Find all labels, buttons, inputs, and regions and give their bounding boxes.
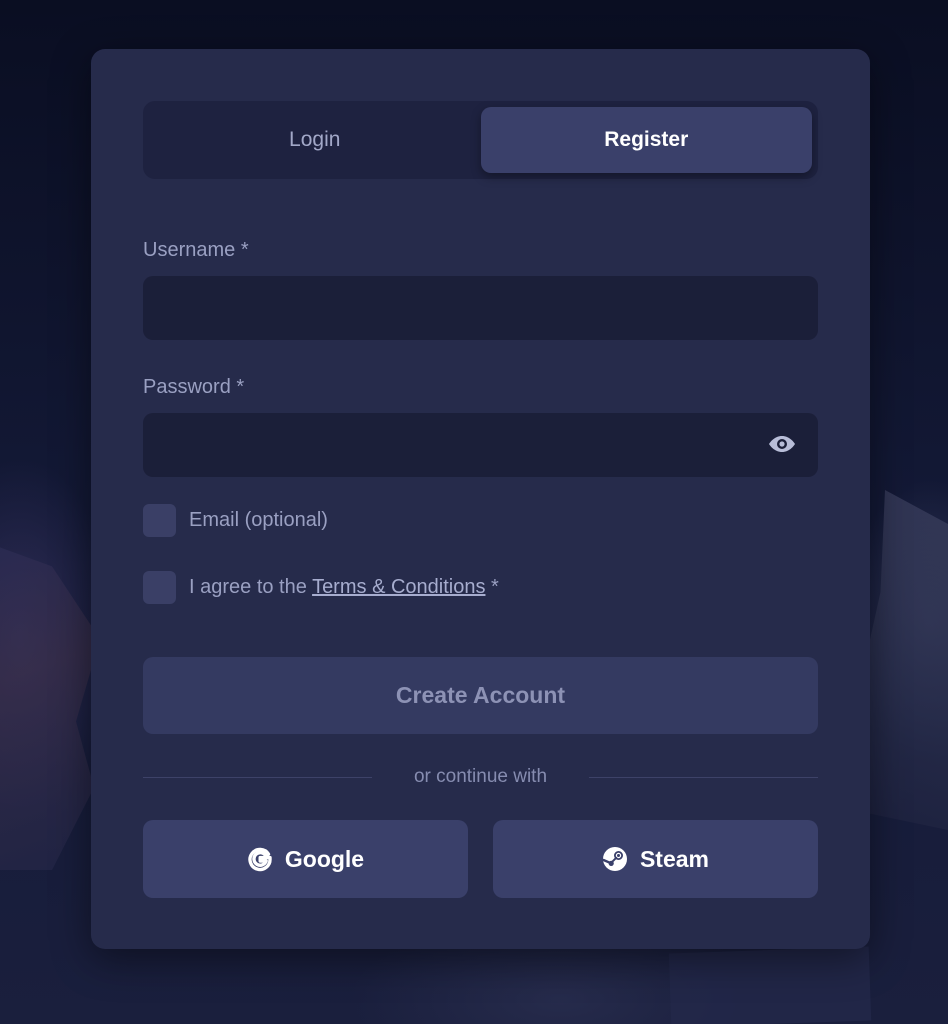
terms-required-mark: * <box>485 576 499 598</box>
terms-text: I agree to the Terms & Conditions * <box>189 576 499 599</box>
email-option-label: Email (optional) <box>189 509 328 531</box>
google-button[interactable]: Google <box>143 820 468 898</box>
tab-login[interactable]: Login <box>149 107 481 173</box>
email-option-row: Email (optional) <box>143 504 328 537</box>
username-label: Username * <box>143 239 249 261</box>
terms-checkbox[interactable] <box>143 571 176 604</box>
register-card: Login Register Username * Password * Ema… <box>91 49 870 949</box>
steam-icon <box>602 847 627 871</box>
terms-row: I agree to the Terms & Conditions * <box>143 571 499 604</box>
create-account-button[interactable]: Create Account <box>143 657 818 734</box>
steam-button[interactable]: Steam <box>493 820 818 898</box>
password-label: Password * <box>143 376 245 398</box>
steam-label: Steam <box>639 845 710 872</box>
username-input[interactable] <box>143 276 818 340</box>
google-label: Google <box>284 845 365 872</box>
terms-link[interactable]: Terms & Conditions <box>312 576 485 598</box>
tab-register[interactable]: Register <box>480 107 812 173</box>
background-poster <box>668 946 872 1024</box>
google-icon <box>248 847 272 872</box>
auth-tabs: Login Register <box>143 101 818 179</box>
eye-icon[interactable] <box>768 433 796 455</box>
terms-prefix: I agree to the <box>189 576 313 598</box>
divider-line-right <box>589 777 818 778</box>
password-input[interactable] <box>143 413 818 477</box>
email-option-checkbox[interactable] <box>143 504 176 537</box>
